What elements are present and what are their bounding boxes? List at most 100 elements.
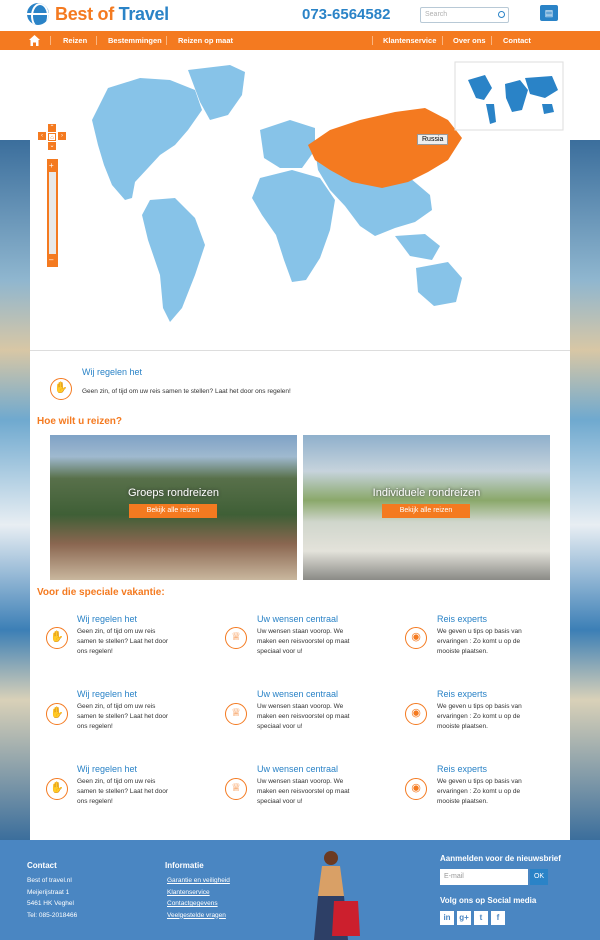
feature-text: Geen zin, of tijd om uw reis samen te st… (77, 628, 169, 655)
footer-info-heading: Informatie (165, 861, 204, 870)
map-pan-left-icon[interactable]: ‹ (38, 132, 46, 140)
globe-icon: ◉ (405, 627, 427, 649)
nav-separator (372, 36, 373, 45)
contact-line: Tel: 085-2018466 (27, 911, 78, 919)
nav-separator (50, 36, 51, 45)
nav-separator (491, 36, 492, 45)
map-zoom-slider[interactable]: + – (47, 159, 58, 267)
logo-text-of: of (97, 3, 115, 24)
feature-title[interactable]: Uw wensen centraal (257, 689, 397, 699)
thumbs-up-icon: ✋ (46, 703, 68, 725)
bekijk-alle-reizen-button[interactable]: Bekijk alle reizen (382, 504, 470, 518)
feature-text: We geven u tips op basis van ervaringen … (437, 628, 522, 655)
thumbs-up-icon: ✋ (46, 627, 68, 649)
zoom-in-icon[interactable]: + (49, 161, 54, 170)
tile-individuele-rondreizen[interactable]: Individuele rondreizen Bekijk alle reize… (303, 435, 550, 580)
map-north-america[interactable] (92, 78, 202, 200)
feature-item: Reis experts We geven u tips op basis van… (437, 614, 577, 657)
feature-item: Uw wensen centraal Uw wensen staan voorop… (257, 689, 397, 732)
logo[interactable]: Best of Travel (27, 3, 169, 25)
logo-globe-icon (27, 3, 49, 25)
feature-text: We geven u tips op basis van ervaringen … (437, 703, 522, 730)
zoom-track[interactable] (49, 172, 56, 254)
home-icon[interactable] (28, 34, 41, 47)
feature-title[interactable]: Uw wensen centraal (257, 764, 397, 774)
contact-line: Meijerijstraat 1 (27, 888, 70, 896)
feature-title[interactable]: Wij regelen het (77, 764, 217, 774)
contact-line: Best of travel.nl (27, 877, 72, 884)
map-africa[interactable] (252, 170, 335, 282)
footer-link[interactable]: Klantenservice (167, 887, 230, 899)
nav-klantenservice[interactable]: Klantenservice (383, 36, 436, 45)
feature-text: Uw wensen staan voorop. We maken een rei… (257, 628, 350, 655)
newsletter-ok-button[interactable]: OK (530, 869, 548, 885)
cart-icon[interactable]: ▤ (540, 5, 558, 21)
content: ‹ ⌃ ⌂ › ⌄ + – Russia Wij regelen het ✋ G… (30, 50, 570, 840)
nav-separator (442, 36, 443, 45)
footer-link[interactable]: Garantie en veiligheid (167, 875, 230, 887)
facebook-icon[interactable]: f (491, 911, 505, 925)
background-photo-left (0, 140, 30, 840)
phone-number: 073-6564582 (302, 6, 391, 23)
linkedin-icon[interactable]: in (440, 911, 454, 925)
feature-title[interactable]: Uw wensen centraal (257, 614, 397, 624)
map-indonesia[interactable] (395, 234, 440, 260)
nav-contact[interactable]: Contact (503, 36, 531, 45)
map-pan-down-icon[interactable]: ⌄ (48, 142, 56, 150)
social-heading: Volg ons op Social media (440, 896, 537, 905)
newsletter-email-input[interactable]: E-mail (440, 869, 528, 885)
globe-icon: ◉ (405, 778, 427, 800)
feature-title[interactable]: Reis experts (437, 764, 577, 774)
travel-heading: Hoe wilt u reizen? (37, 416, 123, 427)
intro-title: Wij regelen het (82, 367, 143, 377)
intro-section: Wij regelen het ✋ Geen zin, of tijd om u… (30, 350, 570, 405)
nav-over-ons[interactable]: Over ons (453, 36, 486, 45)
crown-icon: ♕ (225, 703, 247, 725)
logo-text-travel: Travel (118, 3, 170, 24)
feature-item: Wij regelen het Geen zin, of tijd om uw r… (77, 689, 217, 732)
search-input[interactable]: Search (420, 7, 509, 23)
map-pan-right-icon[interactable]: › (58, 132, 66, 140)
map-pan-up-icon[interactable]: ⌃ (48, 124, 56, 132)
search-icon[interactable] (498, 11, 505, 18)
googleplus-icon[interactable]: g+ (457, 911, 471, 925)
bekijk-alle-reizen-button[interactable]: Bekijk alle reizen (129, 504, 217, 518)
newsletter-heading: Aanmelden voor de nieuwsbrief (440, 854, 561, 863)
search-placeholder: Search (425, 11, 448, 18)
footer-contact-info: Best of travel.nl Meijerijstraat 1 5461 … (27, 875, 77, 921)
tile-title: Groeps rondreizen (127, 487, 220, 499)
special-heading: Voor die speciale vakantie: (37, 587, 165, 598)
world-map[interactable] (30, 50, 570, 350)
feature-text: Geen zin, of tijd om uw reis samen te st… (77, 703, 169, 730)
feature-item: Uw wensen centraal Uw wensen staan voorop… (257, 614, 397, 657)
feature-title[interactable]: Wij regelen het (77, 689, 217, 699)
feature-item: Wij regelen het Geen zin, of tijd om uw r… (77, 764, 217, 807)
traveler-photo (314, 851, 360, 940)
nav-separator (96, 36, 97, 45)
twitter-icon[interactable]: t (474, 911, 488, 925)
feature-title[interactable]: Reis experts (437, 689, 577, 699)
crown-icon: ♕ (225, 778, 247, 800)
tile-groeps-rondreizen[interactable]: Groeps rondreizen Bekijk alle reizen (50, 435, 297, 580)
map-south-america[interactable] (142, 198, 205, 322)
map-australia[interactable] (416, 262, 462, 306)
map-europe[interactable] (260, 120, 315, 168)
tile-title: Individuele rondreizen (372, 487, 481, 499)
feature-item: Wij regelen het Geen zin, of tijd om uw r… (77, 614, 217, 657)
feature-title[interactable]: Wij regelen het (77, 614, 217, 624)
feature-text: We geven u tips op basis van ervaringen … (437, 778, 522, 805)
feature-title[interactable]: Reis experts (437, 614, 577, 624)
main-nav: Reizen Bestemmingen Reizen op maat Klant… (0, 31, 600, 50)
zoom-out-icon[interactable]: – (49, 255, 53, 264)
feature-text: Geen zin, of tijd om uw reis samen te st… (77, 778, 169, 805)
feature-item: Reis experts We geven u tips op basis van… (437, 764, 577, 807)
nav-bestemmingen[interactable]: Bestemmingen (108, 36, 162, 45)
map-home-icon[interactable]: ⌂ (48, 133, 56, 141)
intro-text: Geen zin, of tijd om uw reis samen te st… (82, 388, 291, 395)
nav-reizen[interactable]: Reizen (63, 36, 87, 45)
footer-link[interactable]: Contactgegevens (167, 898, 230, 910)
nav-reizen-op-maat[interactable]: Reizen op maat (178, 36, 233, 45)
footer-link[interactable]: Veelgestelde vragen (167, 910, 230, 922)
map-tooltip: Russia (417, 134, 449, 145)
footer-info-links: Garantie en veiligheid Klantenservice Co… (167, 875, 230, 921)
